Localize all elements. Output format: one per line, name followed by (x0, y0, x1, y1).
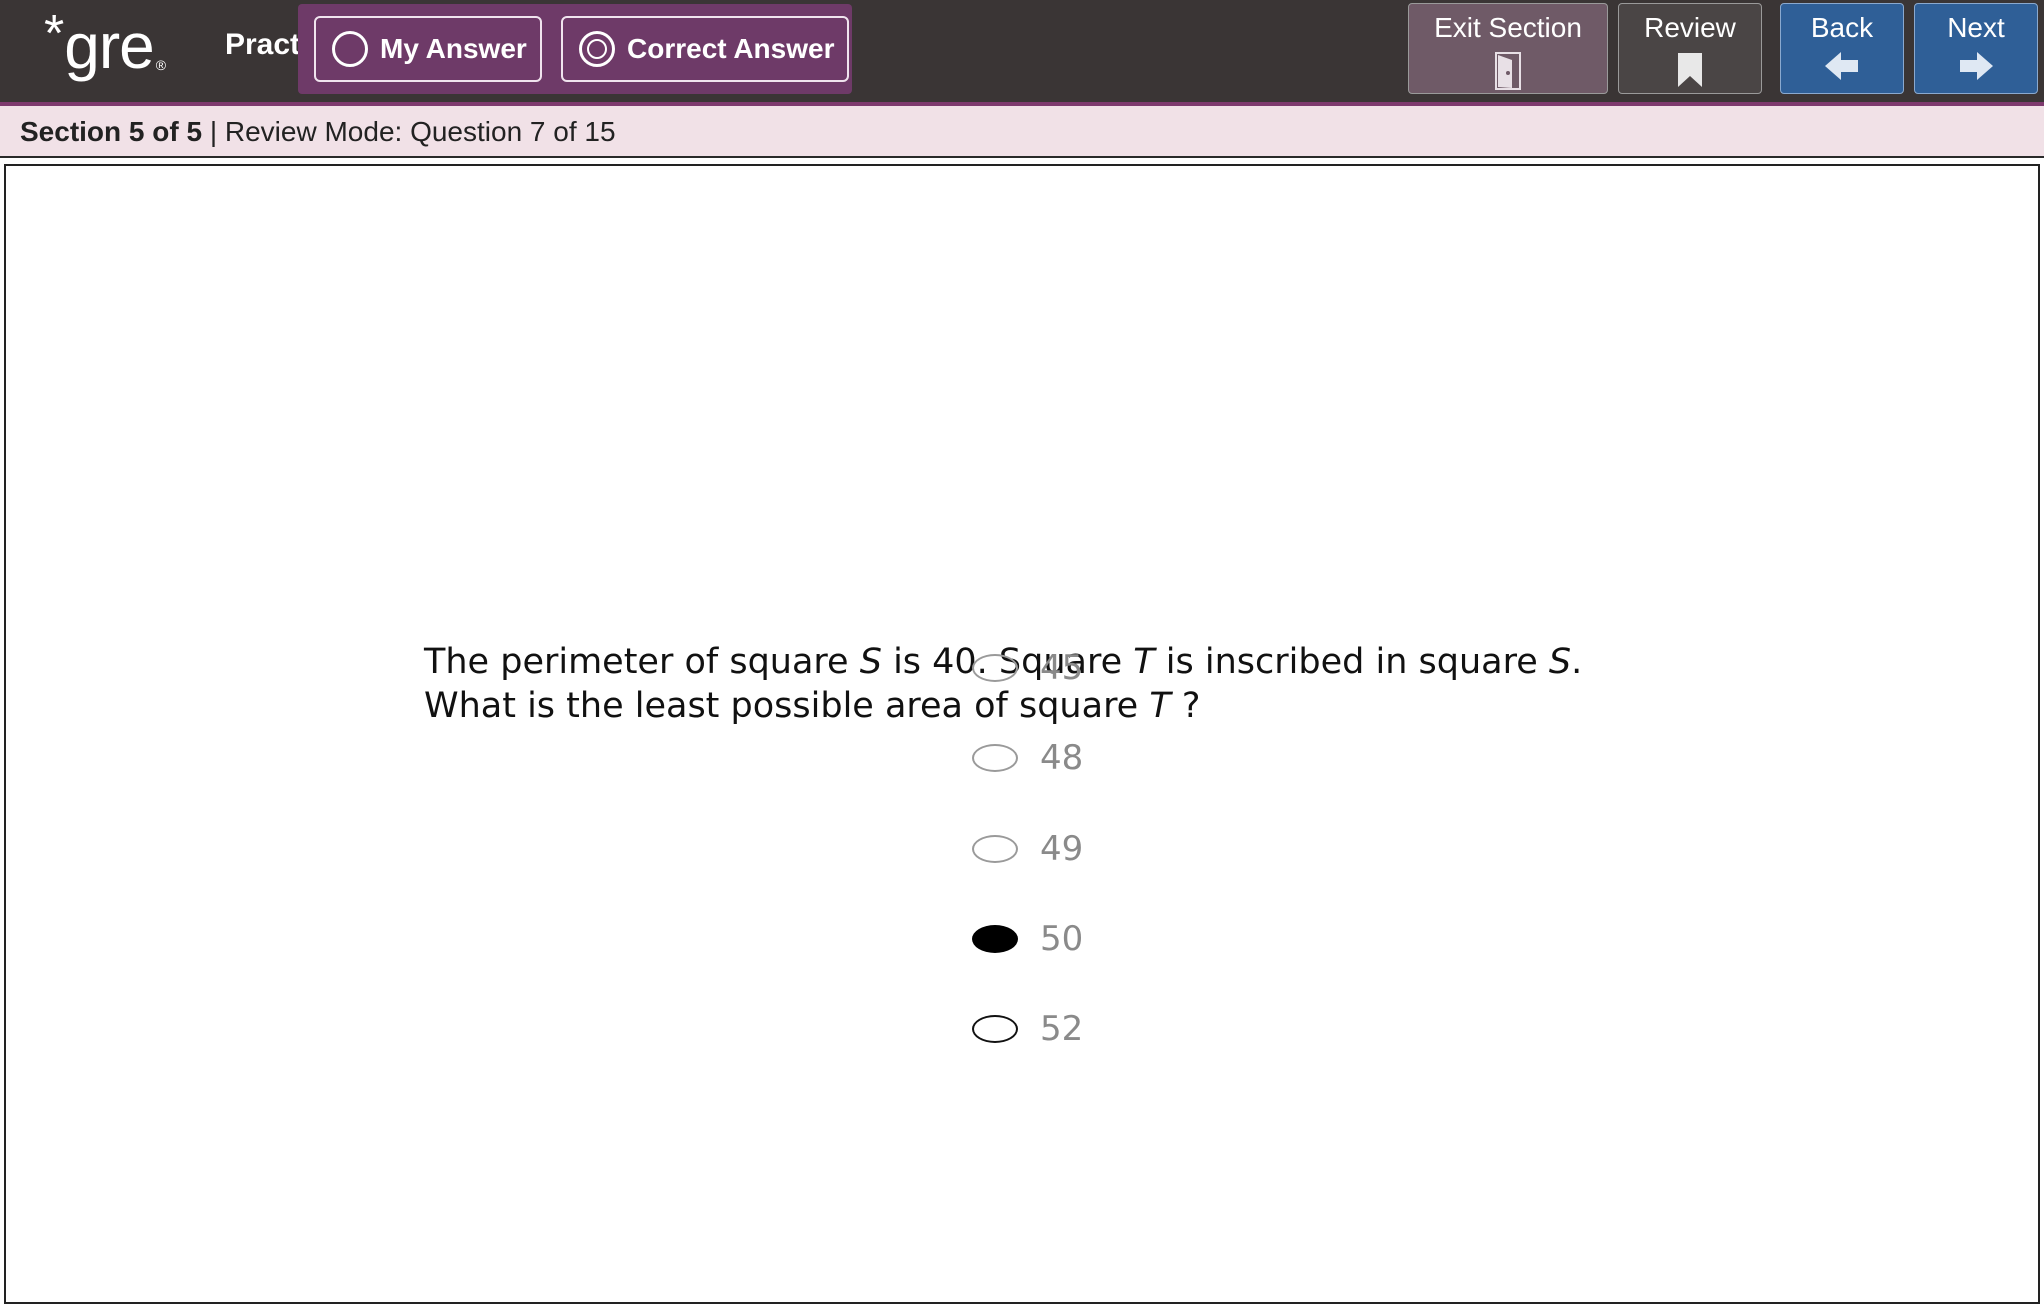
arrow-left-icon (1825, 52, 1859, 87)
logo-registered: ® (155, 57, 167, 73)
section-indicator: Section 5 of 5 (20, 116, 203, 147)
question-text-segment: The perimeter of square (424, 642, 860, 682)
answer-choice[interactable]: 52 (972, 1009, 1172, 1049)
correct-answer-label: Correct Answer (627, 33, 835, 64)
back-label: Back (1810, 12, 1874, 43)
logo-mark: * (44, 5, 65, 63)
question-text-segment: ? (1170, 686, 1201, 726)
radio-selected-icon (579, 31, 615, 67)
radio-oval-icon (972, 835, 1018, 863)
radio-oval-icon (972, 654, 1018, 682)
answer-choice[interactable]: 48 (972, 738, 1172, 778)
question-indicator: Review Mode: Question 7 of 15 (224, 116, 616, 147)
radio-oval-icon (972, 744, 1018, 772)
door-icon (1495, 52, 1521, 97)
my-answer-label: My Answer (380, 33, 527, 64)
next-button[interactable]: Next (1914, 3, 2038, 94)
variable-t: T (1149, 686, 1171, 726)
answer-choice-selected[interactable]: 50 (972, 919, 1172, 959)
choice-value: 45 (1040, 648, 1084, 688)
answer-choice[interactable]: 49 (972, 829, 1172, 869)
gre-logo: * gre ® (44, 6, 166, 86)
question-text-segment: What is the least possible area of squar… (424, 686, 1150, 726)
review-label: Review (1644, 12, 1736, 43)
question-text-segment: is inscribed in square (1154, 642, 1549, 682)
radio-oval-icon (972, 1015, 1018, 1043)
question-line-2: What is the least possible area of squar… (424, 684, 1684, 728)
logo-text: gre (64, 10, 154, 82)
review-button[interactable]: Review (1618, 3, 1762, 94)
my-answer-button[interactable]: My Answer (314, 16, 542, 82)
choice-value: 52 (1040, 1009, 1084, 1049)
answer-toggle-panel: My Answer Correct Answer (298, 4, 852, 94)
top-bar: * gre ® Practice Test My Answer Correct … (0, 0, 2044, 106)
bookmark-icon (1676, 52, 1704, 95)
status-separator: | (202, 116, 225, 147)
choice-value: 49 (1040, 829, 1084, 869)
question-panel: The perimeter of square S is 40. Square … (4, 164, 2040, 1304)
question-text-segment: . (1571, 642, 1583, 682)
correct-answer-button[interactable]: Correct Answer (561, 16, 849, 82)
exit-section-label: Exit Section (1434, 12, 1582, 43)
mode-label: Practice Test (225, 28, 300, 61)
back-button[interactable]: Back (1780, 3, 1904, 94)
next-label: Next (1947, 12, 2005, 43)
choice-value: 48 (1040, 738, 1084, 778)
choice-value: 50 (1040, 919, 1084, 959)
radio-oval-filled-icon (972, 925, 1018, 953)
radio-icon (332, 31, 368, 67)
exit-section-button[interactable]: Exit Section (1408, 3, 1608, 94)
variable-s: S (859, 642, 882, 682)
status-bar: Section 5 of 5 | Review Mode: Question 7… (0, 106, 2044, 158)
arrow-right-icon (1959, 52, 1993, 87)
variable-s: S (1548, 642, 1572, 682)
answer-choice[interactable]: 45 (972, 648, 1172, 688)
